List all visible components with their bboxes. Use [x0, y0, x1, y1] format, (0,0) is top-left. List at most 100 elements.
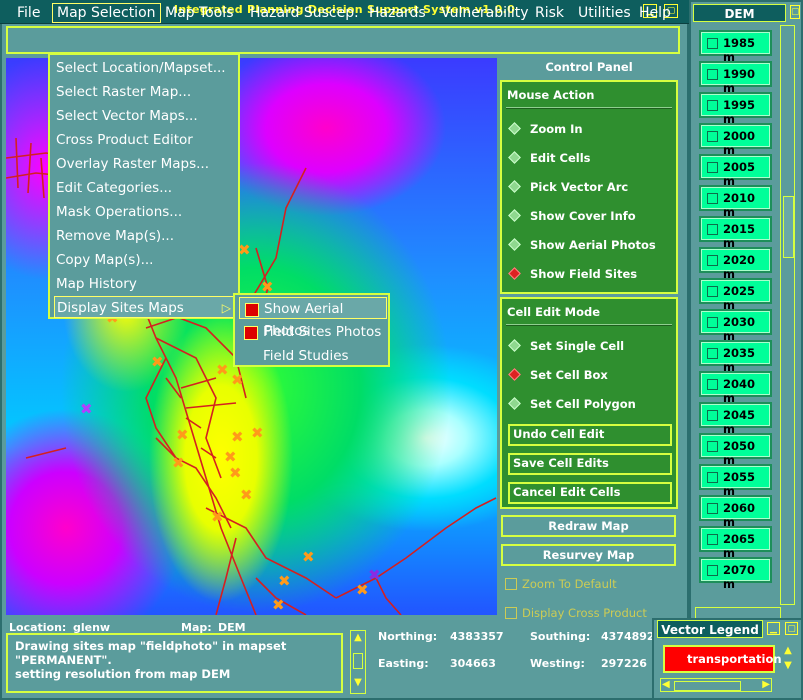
field-site-marker[interactable]: ✖	[302, 550, 315, 565]
dem-legend-item[interactable]: 2060 m	[699, 495, 772, 529]
submenu-field-sites-photos[interactable]: Field Sites Photos	[239, 321, 387, 343]
scroll-down-icon[interactable]: ▼	[782, 660, 794, 671]
menu-map-selection[interactable]: Map Selection	[52, 3, 161, 23]
vector-legend-title[interactable]: Vector Legend	[657, 620, 763, 638]
field-site-marker[interactable]: ✖	[240, 488, 253, 503]
submenu-field-studies[interactable]: Field Studies	[239, 345, 387, 367]
field-site-marker[interactable]: ✖	[278, 574, 291, 589]
vl-minimize-button[interactable]: ▁	[767, 622, 780, 635]
redraw-map-button[interactable]: Redraw Map	[501, 515, 676, 537]
field-site-marker[interactable]: ✖	[251, 426, 264, 441]
menu-item-select-vector[interactable]: Select Vector Maps...	[54, 105, 236, 127]
menu-vulnerability[interactable]: Vulnerability	[441, 4, 529, 22]
dem-legend-item[interactable]: 2010 m	[699, 185, 772, 219]
dem-legend-label: 2030 m	[723, 315, 756, 343]
scroll-thumb[interactable]	[783, 196, 794, 258]
menu-item-mask-operations[interactable]: Mask Operations...	[54, 201, 236, 223]
field-site-marker[interactable]: ✖	[172, 456, 185, 471]
dem-legend-title[interactable]: DEM	[693, 4, 786, 22]
menu-item-select-raster[interactable]: Select Raster Map...	[54, 81, 236, 103]
menu-item-map-history[interactable]: Map History	[54, 273, 236, 295]
radio-show-aerial-photos[interactable]: Show Aerial Photos	[508, 238, 656, 252]
field-site-marker[interactable]: ✖	[211, 510, 224, 525]
radio-set-cell-polygon[interactable]: Set Cell Polygon	[508, 397, 636, 411]
radio-zoom-in[interactable]: Zoom In	[508, 122, 583, 136]
cancel-edit-cells-button[interactable]: Cancel Edit Cells	[508, 482, 672, 504]
resurvey-map-button[interactable]: Resurvey Map	[501, 544, 676, 566]
dem-legend-item[interactable]: 2025 m	[699, 278, 772, 312]
scroll-up-icon[interactable]: ▲	[351, 632, 365, 643]
scroll-right-icon[interactable]: ▶	[762, 679, 770, 690]
menu-file[interactable]: File	[17, 4, 40, 22]
menu-item-copy-maps[interactable]: Copy Map(s)...	[54, 249, 236, 271]
dem-legend-item[interactable]: 2005 m	[699, 154, 772, 188]
field-site-marker[interactable]: ✖	[231, 430, 244, 445]
menu-map-tools[interactable]: Map Tools	[165, 4, 233, 22]
radio-set-single-cell[interactable]: Set Single Cell	[508, 339, 624, 353]
display-cross-product-checkbox[interactable]: Display Cross Product	[505, 606, 647, 620]
save-cell-edits-button[interactable]: Save Cell Edits	[508, 453, 672, 475]
scroll-down-icon[interactable]: ▼	[351, 677, 365, 688]
field-site-marker[interactable]: ✖	[272, 598, 285, 613]
field-site-marker[interactable]: ✖	[176, 428, 189, 443]
message-scrollbar[interactable]: ▲ ▼	[350, 630, 366, 694]
dem-legend-item[interactable]: 2055 m	[699, 464, 772, 498]
menu-hazard-suscep[interactable]: Hazard Suscep.	[250, 4, 359, 22]
field-site-marker[interactable]: ✖	[224, 450, 237, 465]
dem-legend-item[interactable]: 2020 m	[699, 247, 772, 281]
aerial-photo-marker[interactable]: ✖	[368, 568, 381, 583]
undo-cell-edit-button[interactable]: Undo Cell Edit	[508, 424, 672, 446]
field-site-marker[interactable]: ✖	[229, 466, 242, 481]
field-site-marker[interactable]: ✖	[151, 355, 164, 370]
radio-set-cell-box[interactable]: Set Cell Box	[508, 368, 608, 382]
vl-hscrollbar[interactable]: ◀ ▶	[660, 678, 772, 692]
field-site-marker[interactable]: ✖	[231, 373, 244, 388]
radio-pick-vector-arc[interactable]: Pick Vector Arc	[508, 180, 628, 194]
southing-label: Southing:	[530, 630, 591, 643]
dem-legend-item[interactable]: 2040 m	[699, 371, 772, 405]
zoom-to-default-checkbox[interactable]: Zoom To Default	[505, 577, 617, 591]
dem-legend-item[interactable]: 2035 m	[699, 340, 772, 374]
dem-legend-item[interactable]: 2070 m	[699, 557, 772, 591]
submenu-label: Field Sites Photos	[263, 324, 382, 340]
dem-legend-item[interactable]: 2045 m	[699, 402, 772, 436]
checkbox-checked-icon	[245, 303, 259, 317]
dem-legend-item[interactable]: 2065 m	[699, 526, 772, 560]
radio-show-field-sites[interactable]: Show Field Sites	[508, 267, 637, 281]
legend-item-transportation[interactable]: transportation	[663, 645, 782, 673]
field-site-marker[interactable]: ✖	[356, 583, 369, 598]
menu-item-display-sites-maps[interactable]: Display Sites Maps ▷	[54, 296, 236, 318]
submenu-arrow-icon: ▷	[221, 301, 231, 315]
checkbox-icon	[707, 38, 718, 49]
radio-edit-cells[interactable]: Edit Cells	[508, 151, 591, 165]
menu-item-cross-product-editor[interactable]: Cross Product Editor	[54, 129, 236, 151]
dem-legend-label: 2055 m	[723, 470, 756, 498]
scroll-up-icon[interactable]: ▲	[782, 645, 794, 656]
dem-scrollbar[interactable]	[780, 25, 795, 605]
vl-maximize-button[interactable]: ▢	[785, 622, 798, 635]
dem-legend-item[interactable]: 1985 m	[699, 30, 772, 64]
cell-edit-mode-group: Cell Edit Mode Set Single Cell Set Cell …	[500, 297, 678, 509]
menu-hazards[interactable]: Hazards	[369, 4, 426, 22]
submenu-show-aerial-photos[interactable]: Show Aerial Photos	[239, 297, 387, 339]
radio-show-cover-info[interactable]: Show Cover Info	[508, 209, 636, 223]
dem-legend-item[interactable]: 1995 m	[699, 92, 772, 126]
menu-risk[interactable]: Risk	[535, 4, 564, 22]
dem-legend-item[interactable]: 2015 m	[699, 216, 772, 250]
menu-item-overlay-raster[interactable]: Overlay Raster Maps...	[54, 153, 236, 175]
dem-legend-item[interactable]: 1990 m	[699, 61, 772, 95]
dem-legend-item[interactable]: 2050 m	[699, 433, 772, 467]
field-site-marker[interactable]: ✖	[216, 363, 229, 378]
scroll-thumb[interactable]	[353, 653, 363, 669]
dem-legend-item[interactable]: 2030 m	[699, 309, 772, 343]
dem-window-button[interactable]: ▢	[790, 5, 800, 19]
menu-item-edit-categories[interactable]: Edit Categories...	[54, 177, 236, 199]
menu-item-remove-maps[interactable]: Remove Map(s)...	[54, 225, 236, 247]
dem-legend-item[interactable]: 2000 m	[699, 123, 772, 157]
scroll-thumb[interactable]	[674, 681, 741, 691]
menu-utilities[interactable]: Utilities	[578, 4, 631, 22]
scroll-left-icon[interactable]: ◀	[662, 679, 670, 690]
aerial-photo-marker[interactable]: ✖	[80, 402, 93, 417]
menu-help[interactable]: Help	[639, 4, 671, 22]
menu-item-select-location[interactable]: Select Location/Mapset...	[54, 57, 236, 79]
